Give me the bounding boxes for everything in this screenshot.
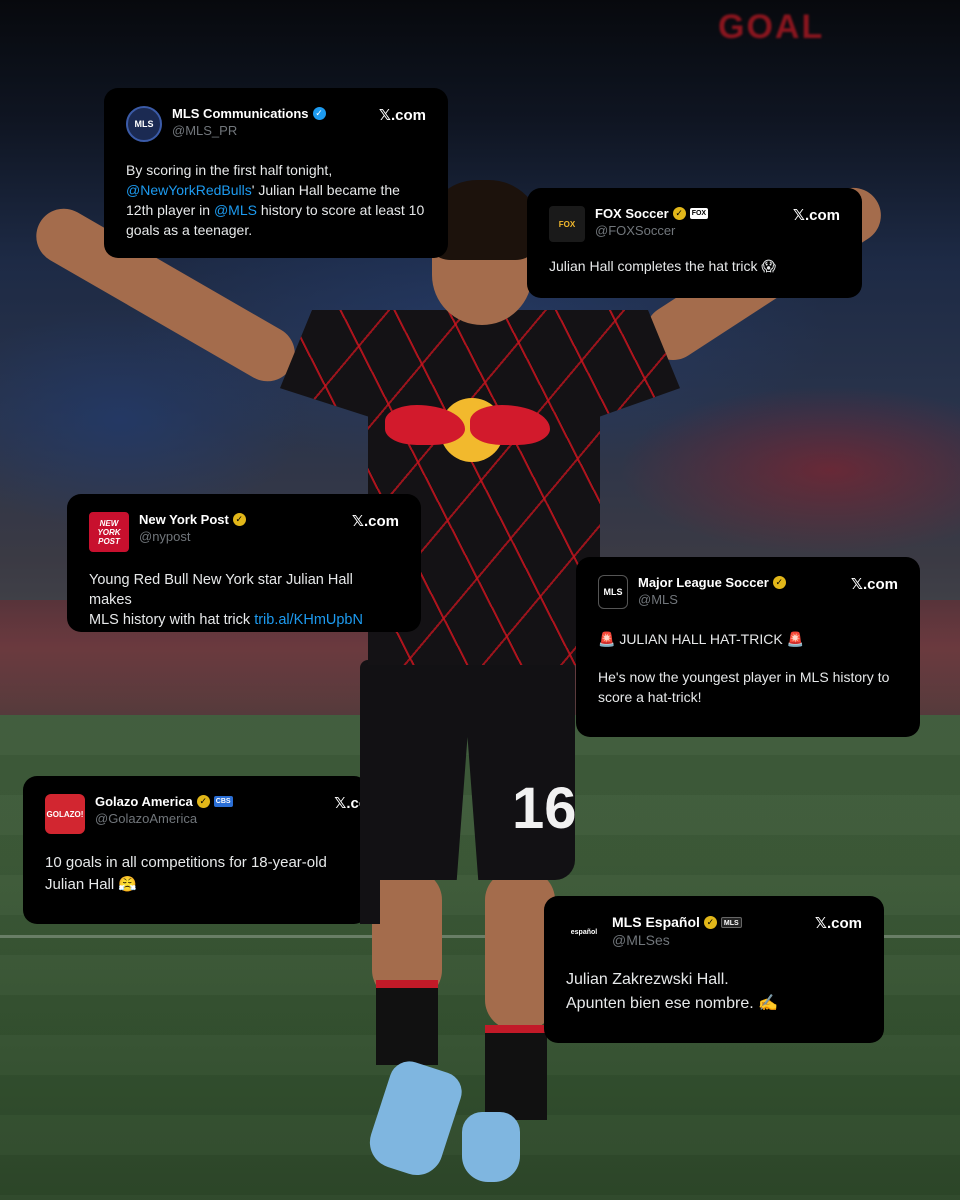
tweet-line: He's now the youngest player in MLS hist…	[598, 667, 898, 687]
tweet-line: MLS history with hat trick trib.al/KHmUp…	[89, 610, 399, 630]
author-handle[interactable]: @MLSes	[612, 932, 807, 948]
tweet-text-segment: By scoring in the first half tonight,	[126, 162, 333, 178]
tweet-line	[598, 649, 898, 667]
verified-badge-icon: ✓	[196, 795, 210, 808]
tweet-text-segment: Young Red Bull New York star Julian Hall…	[89, 572, 353, 608]
tweet-line: By scoring in the first half tonight,	[126, 160, 426, 180]
tweet-line: Julian Hall completes the hat trick 😱	[549, 256, 840, 276]
tweet-line: Young Red Bull New York star Julian Hall…	[89, 570, 399, 610]
player-left-boot	[363, 1056, 467, 1182]
player-right-boot	[462, 1112, 520, 1182]
author-handle[interactable]: @MLS	[638, 592, 843, 607]
site-tld: com	[867, 576, 898, 593]
author-handle[interactable]: @nypost	[139, 529, 344, 544]
tweet-text: By scoring in the first half tonight, @N…	[126, 160, 426, 240]
tweet-text-segment: Julian Hall 😤	[45, 876, 138, 893]
verified-badge-icon: ✓	[772, 576, 786, 589]
tweet-text: Young Red Bull New York star Julian Hall…	[89, 570, 399, 630]
author-name[interactable]: FOX Soccer	[595, 206, 669, 221]
verified-badge-icon: ✓	[232, 513, 246, 526]
tweet-text-segment: ' Julian Hall became the	[251, 182, 400, 198]
tweet-line: Apunten bien ese nombre. ✍️	[566, 992, 862, 1016]
tweet-text-segment: 🚨 JULIAN HALL HAT-TRICK 🚨	[598, 631, 805, 647]
golazo-america-avatar: GOLAZO!	[45, 794, 85, 834]
affiliate-badge-icon: CBS	[213, 796, 233, 807]
tweet-card-mls-communications[interactable]: MLS MLS Communications ✓ @MLS_PR 𝕏.com B…	[104, 88, 448, 258]
tweet-link[interactable]: @MLS	[214, 202, 257, 218]
mls-communications-avatar: MLS	[126, 106, 162, 142]
author-name[interactable]: MLS Español	[612, 914, 700, 930]
fox-soccer-avatar: FOX	[549, 206, 585, 242]
tweet-card-golazo-america[interactable]: GOLAZO! Golazo America ✓ CBS @GolazoAmer…	[23, 776, 368, 924]
site-tld: com	[368, 513, 399, 530]
tweet-link[interactable]: @NewYorkRedBulls	[126, 182, 252, 198]
tweet-card-mls-espanol[interactable]: español MLS Español ✓ MLS @MLSes 𝕏.com J…	[544, 896, 884, 1043]
tweet-card-fox-soccer[interactable]: FOX FOX Soccer ✓ FOX @FOXSoccer 𝕏.com Ju…	[527, 188, 862, 298]
affiliate-badge-icon: MLS	[720, 916, 742, 928]
verified-badge-icon: ✓	[703, 915, 717, 929]
author-name[interactable]: MLS Communications	[172, 106, 309, 121]
site-tld: com	[809, 207, 840, 224]
tweet-line: Julian Zakrezwski Hall.	[566, 968, 862, 992]
tweet-line: @NewYorkRedBulls' Julian Hall became the	[126, 180, 426, 200]
player-shorts	[360, 660, 575, 880]
author-handle[interactable]: @GolazoAmerica	[95, 811, 326, 826]
x-com-logo[interactable]: 𝕏.com	[851, 575, 898, 593]
mls-crest-avatar: MLS	[598, 575, 628, 609]
tweet-text: Julian Zakrezwski Hall. Apunten bien ese …	[566, 968, 862, 1016]
x-logo-icon: 𝕏	[334, 794, 347, 812]
verified-badge-icon: ✓	[312, 107, 326, 120]
player-shorts-overlap	[360, 776, 380, 924]
player-left-sock	[376, 980, 438, 1065]
author-handle[interactable]: @FOXSoccer	[595, 223, 785, 238]
author-name[interactable]: Major League Soccer	[638, 575, 769, 590]
tweet-text-segment: Julian Zakrezwski Hall.	[566, 971, 729, 988]
x-logo-icon: 𝕏	[814, 914, 827, 932]
site-tld: com	[395, 107, 426, 124]
tweet-line: 10 goals in all competitions for 18-year…	[45, 852, 346, 874]
x-logo-icon: 𝕏	[351, 512, 364, 530]
tweet-text-segment: goals as a teenager.	[126, 222, 253, 238]
new-york-post-avatar: NEW YORK POST	[89, 512, 129, 552]
x-com-logo[interactable]: 𝕏.com	[379, 106, 426, 124]
tweet-text-segment: He's now the youngest player in MLS hist…	[598, 669, 890, 685]
tweet-text-segment: Apunten bien ese nombre. ✍️	[566, 995, 779, 1012]
tweet-text-segment: MLS history with hat trick	[89, 612, 255, 628]
mls-espanol-avatar: español	[566, 914, 602, 950]
x-com-logo[interactable]: 𝕏.com	[815, 914, 862, 932]
site-tld: com	[831, 915, 862, 932]
x-com-logo[interactable]: 𝕏.com	[793, 206, 840, 224]
tweet-line: 🚨 JULIAN HALL HAT-TRICK 🚨	[598, 629, 898, 649]
x-logo-icon: 𝕏	[850, 575, 863, 593]
tweet-card-new-york-post[interactable]: NEW YORK POST New York Post ✓ @nypost 𝕏.…	[67, 494, 421, 632]
tweet-text-segment: 12th player in	[126, 202, 214, 218]
verified-badge-icon: ✓	[672, 207, 686, 220]
tweet-text: Julian Hall completes the hat trick 😱	[549, 256, 840, 276]
x-com-logo[interactable]: 𝕏.com	[352, 512, 399, 530]
tweet-link[interactable]: trib.al/KHmUpbN	[254, 612, 363, 628]
player-right-sock	[485, 1025, 547, 1120]
affiliate-badge-icon: FOX	[689, 208, 709, 219]
tweet-line: goals as a teenager.	[126, 220, 426, 240]
tweet-line: 12th player in @MLS history to score at …	[126, 200, 426, 220]
x-logo-icon: 𝕏	[792, 206, 805, 224]
tweet-line: Julian Hall 😤	[45, 874, 346, 896]
tweet-line: score a hat-trick!	[598, 687, 898, 707]
tweet-text-segment: score a hat-trick!	[598, 689, 702, 705]
tweet-text-segment: 10 goals in all competitions for 18-year…	[45, 854, 327, 871]
jersey-number: 16	[512, 776, 577, 841]
tweet-text-segment: history to score at least 10	[256, 202, 425, 218]
tweet-text-segment: Julian Hall completes the hat trick 😱	[549, 258, 777, 274]
tweet-card-major-league-soccer[interactable]: MLS Major League Soccer ✓ @MLS 𝕏.com 🚨 J…	[576, 557, 920, 737]
author-name[interactable]: Golazo America	[95, 794, 193, 809]
author-name[interactable]: New York Post	[139, 512, 229, 527]
x-logo-icon: 𝕏	[378, 106, 391, 124]
tweet-text: 🚨 JULIAN HALL HAT-TRICK 🚨 He's now the yo…	[598, 629, 898, 707]
tweet-text: 10 goals in all competitions for 18-year…	[45, 852, 346, 896]
author-handle[interactable]: @MLS_PR	[172, 123, 371, 138]
